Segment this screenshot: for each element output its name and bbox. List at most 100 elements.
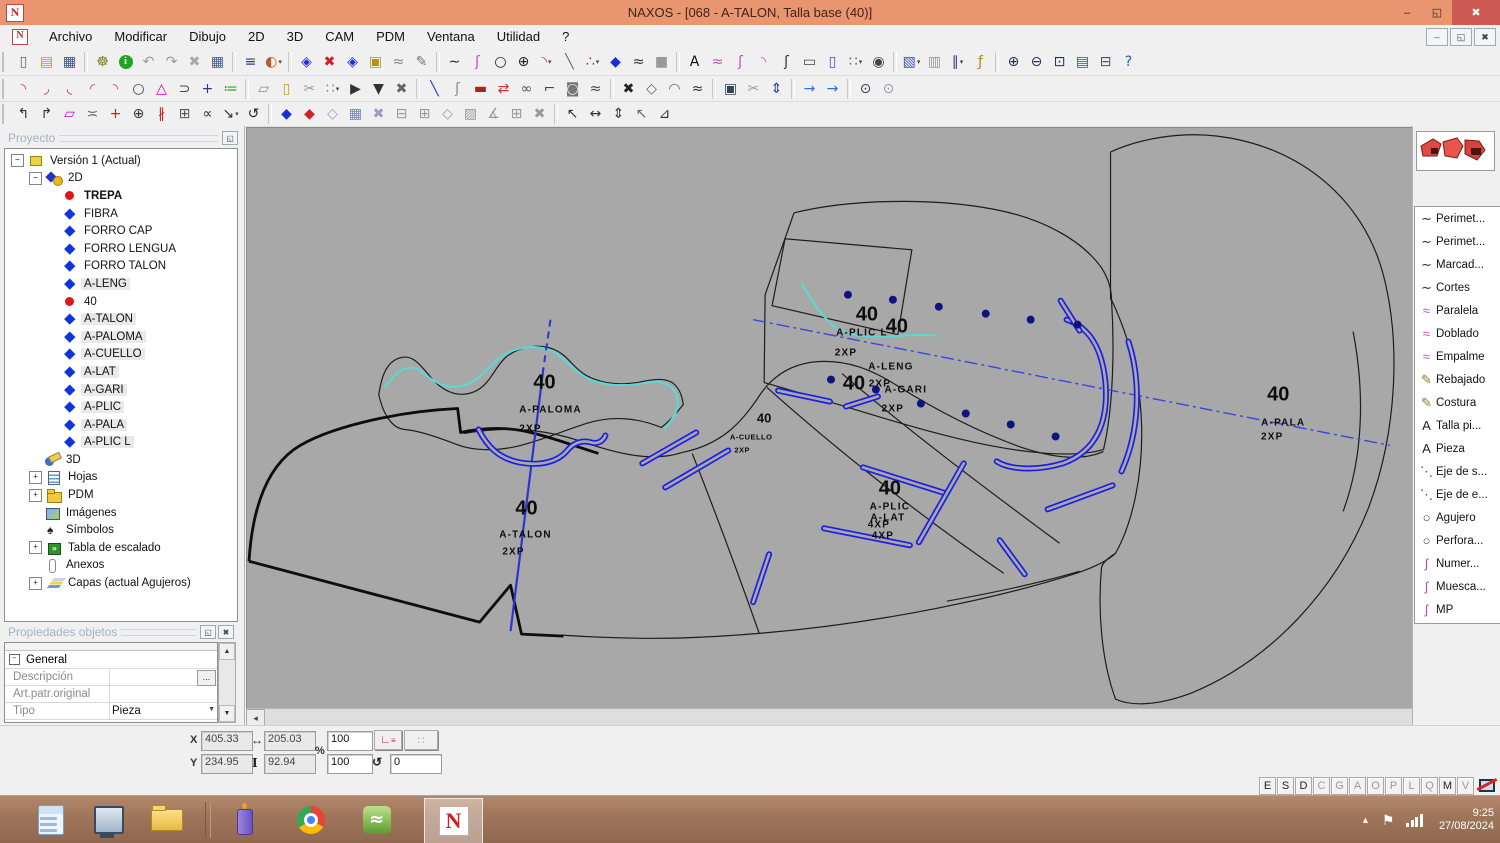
tool-paralela[interactable]: ≈ Paralela [1415, 299, 1500, 322]
horizontal-scrollbar[interactable]: ◂ [246, 708, 1412, 727]
new-document-icon[interactable]: ▯ [12, 51, 35, 73]
tree-item-anexos[interactable]: Anexos [5, 557, 237, 575]
property-value-input[interactable]: ... [110, 669, 217, 686]
point-icon[interactable]: ⊕ [512, 51, 535, 73]
scissors-gray-icon[interactable]: ✂ [742, 78, 765, 100]
save-icon[interactable]: ▦ [58, 51, 81, 73]
offset-tool-icon[interactable]: ⊞ [173, 103, 196, 125]
tree-item-a-gari[interactable]: A-GARI [5, 381, 237, 399]
taskbar-file-explorer-icon[interactable] [138, 798, 195, 842]
mode-button-q[interactable]: Q [1421, 777, 1438, 795]
arrows-vertical-icon[interactable]: ⇕ [765, 78, 788, 100]
copy-icon[interactable]: ▱ [252, 78, 275, 100]
rotate-tool-icon[interactable]: ↺ [242, 103, 265, 125]
redo-icon[interactable]: ↷ [160, 51, 183, 73]
paste-icon[interactable]: ▯ [275, 78, 298, 100]
tool-empalme[interactable]: ≈ Empalme [1415, 345, 1500, 368]
scale-x-input[interactable]: 100 [327, 731, 373, 751]
panel-grip[interactable] [59, 134, 218, 142]
mode-button-c[interactable]: C [1313, 777, 1330, 795]
tool-pieza[interactable]: A Pieza [1415, 437, 1500, 460]
grid-blue-icon[interactable]: ▧ ▾ [900, 51, 923, 73]
arrow-diagonal-icon[interactable]: ↘ ▾ [219, 103, 242, 125]
points-tool-icon[interactable]: ∴ ▾ [581, 51, 604, 73]
taskbar-computer-icon[interactable] [80, 798, 137, 842]
line-icon[interactable]: ╲ [558, 51, 581, 73]
arrow-wave-out-icon[interactable]: → [821, 78, 844, 100]
hatch-tool-icon[interactable]: ▨ [459, 103, 482, 125]
parallel-red-icon[interactable]: ∦ [150, 103, 173, 125]
action-center-flag-icon[interactable]: ⚑ [1382, 812, 1395, 829]
mdi-minimize-button[interactable]: – [1426, 28, 1448, 46]
tool-perfora-[interactable]: ○ Perfora... [1415, 529, 1500, 552]
line-blue-icon[interactable]: ╲ [423, 78, 446, 100]
spline-2-icon[interactable]: ʃ [446, 78, 469, 100]
color-palette-icon[interactable]: ◐ ▾ [262, 51, 285, 73]
rectangle-icon[interactable]: ▭ [798, 51, 821, 73]
tree-item-2d[interactable]: − 2D [5, 170, 237, 188]
mode-button-m[interactable]: M [1439, 777, 1456, 795]
layers-icon[interactable]: ≡ [239, 51, 262, 73]
menu--[interactable]: ? [551, 26, 580, 47]
mode-button-a[interactable]: A [1349, 777, 1366, 795]
rotation-input[interactable]: 0 [390, 754, 442, 774]
arc-magenta-icon[interactable]: ◝ [752, 51, 775, 73]
tool-costura[interactable]: ✎ Costura [1415, 391, 1500, 414]
property-value-dropdown[interactable]: Pieza ▼ [110, 703, 217, 719]
tool-mp[interactable]: ʃ MP [1415, 598, 1500, 621]
scale-table-tool-icon[interactable]: ≔ [219, 78, 242, 100]
zoom-in-icon[interactable]: ⊕ [1002, 51, 1025, 73]
open-file-icon[interactable]: ▤ [35, 51, 58, 73]
tree-item-a-talon[interactable]: A-TALON [5, 310, 237, 328]
mdi-restore-button[interactable]: ◱ [1450, 28, 1472, 46]
diamond-gray-icon[interactable]: ◇ [436, 103, 459, 125]
settings-gears-icon[interactable]: ☸ [91, 51, 114, 73]
wave-2-icon[interactable]: ≈ [584, 78, 607, 100]
menu-pdm[interactable]: PDM [365, 26, 416, 47]
corner-arc-2-icon[interactable]: ◝ [104, 78, 127, 100]
rows-tool-icon[interactable]: ⊟ [390, 103, 413, 125]
notch-tool-icon[interactable]: ∝ [196, 103, 219, 125]
diamond-open-icon[interactable]: ◇ [640, 78, 663, 100]
snap-points-button[interactable]: ∷ [404, 730, 438, 750]
corner-arc-ne-icon[interactable]: ◝ [12, 78, 35, 100]
tool-eje-de-s-[interactable]: ⋱ Eje de s... [1415, 460, 1500, 483]
menu-utilidad[interactable]: Utilidad [486, 26, 551, 47]
tool-perimet-[interactable]: ∼ Perimet... [1415, 207, 1500, 230]
tree-item-fibra[interactable]: FIBRA [5, 205, 237, 223]
tree-item-a-paloma[interactable]: A-PALOMA [5, 328, 237, 346]
mode-button-o[interactable]: O [1367, 777, 1384, 795]
fill-block-icon[interactable]: ■ [650, 51, 673, 73]
menu-3d[interactable]: 3D [276, 26, 315, 47]
scroll-up-icon[interactable]: ▲ [219, 643, 235, 660]
menu-cam[interactable]: CAM [314, 26, 365, 47]
delete-gray-icon[interactable]: ✖ [528, 103, 551, 125]
page-tool-icon[interactable]: ▯ [821, 51, 844, 73]
menu-dibujo[interactable]: Dibujo [178, 26, 237, 47]
tree-item-a-plic-l[interactable]: A-PLIC L [5, 434, 237, 452]
minimize-button[interactable]: – [1392, 0, 1422, 25]
smooth-icon[interactable]: ≈ [387, 51, 410, 73]
mode-button-s[interactable]: S [1277, 777, 1294, 795]
tree-item-forro-lengua[interactable]: FORRO LENGUA [5, 240, 237, 258]
draw-pencil-icon[interactable]: ✎ [410, 51, 433, 73]
tree-item-forro-talon[interactable]: FORRO TALON [5, 258, 237, 276]
restore-button[interactable]: ◱ [1422, 0, 1452, 25]
delete-piece-icon[interactable]: ✖ [318, 51, 341, 73]
mdi-close-button[interactable]: ✖ [1474, 28, 1496, 46]
tool-agujero[interactable]: ○ Agujero [1415, 506, 1500, 529]
wave-tool-icon[interactable]: ≈ [627, 51, 650, 73]
cross-red-icon[interactable]: + [104, 103, 127, 125]
mirror-piece-icon[interactable]: ▣ [364, 51, 387, 73]
print-icon[interactable]: ⊟ [1094, 51, 1117, 73]
tree-item-versi-n-1-actual-[interactable]: − Versión 1 (Actual) [5, 152, 237, 170]
clock[interactable]: 9:25 27/08/2024 [1439, 807, 1494, 833]
tree-item-40[interactable]: 40 [5, 293, 237, 311]
drawing-canvas[interactable]: 40 A-PALOMA 2XP 40 A-TALON 2XP 40 40 A-PLIC L 2XP… [246, 127, 1413, 709]
tree-item-trepa[interactable]: TREPA [5, 187, 237, 205]
property-value-input[interactable] [110, 686, 217, 702]
taskbar-candle-app-icon[interactable] [216, 798, 273, 842]
curve-icon[interactable]: ∼ [443, 51, 466, 73]
step-line-icon[interactable]: ⌐ [538, 78, 561, 100]
insert-piece-icon[interactable]: ◈ [295, 51, 318, 73]
